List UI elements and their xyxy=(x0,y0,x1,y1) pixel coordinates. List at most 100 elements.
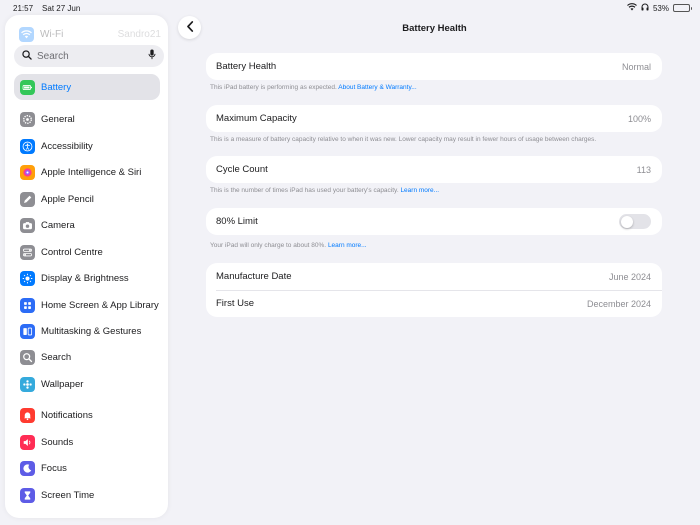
search-icon xyxy=(20,349,35,365)
battery-level-icon xyxy=(673,4,692,12)
sidebar-item-label: Multitasking & Gestures xyxy=(41,325,142,337)
battery-health-value: Normal xyxy=(621,61,651,72)
sidebar-item-camera[interactable]: Camera xyxy=(14,212,160,238)
first-use-value: December 2024 xyxy=(586,298,651,309)
sidebar-item-label: General xyxy=(41,113,75,125)
sidebar-item-label: Home Screen & App Library xyxy=(41,299,159,311)
maximum-capacity-group: Maximum Capacity 100% xyxy=(206,105,662,132)
battery-health-group: Battery Health Normal xyxy=(206,53,662,80)
battery-icon xyxy=(20,79,35,95)
row-label: Cycle Count xyxy=(216,164,268,175)
pencil-icon xyxy=(20,191,35,207)
row-label: First Use xyxy=(216,298,254,309)
search-field[interactable] xyxy=(14,45,164,67)
note-text: This is the number of times iPad has use… xyxy=(210,187,399,194)
row-label: 80% Limit xyxy=(216,216,258,227)
sidebar-item-label: Control Centre xyxy=(41,246,103,258)
charge-limit-learn-more-link[interactable]: Learn more... xyxy=(328,242,367,249)
sidebar-item-label: Apple Pencil xyxy=(41,193,94,205)
control-centre-icon xyxy=(20,244,35,260)
row-label: Maximum Capacity xyxy=(216,113,297,124)
sidebar-item-label: Camera xyxy=(41,219,75,231)
sidebar-item-sounds[interactable]: Sounds xyxy=(14,429,160,455)
accessibility-icon xyxy=(20,138,35,154)
headphones-icon xyxy=(641,3,649,13)
cycle-count-row: Cycle Count 113 xyxy=(206,156,662,183)
back-button[interactable] xyxy=(178,16,201,39)
sidebar-item-home-screen-app-library[interactable]: Home Screen & App Library xyxy=(14,292,160,318)
about-battery-warranty-link[interactable]: About Battery & Warranty... xyxy=(338,84,416,91)
sidebar-item-control-centre[interactable]: Control Centre xyxy=(14,239,160,265)
toggle-knob xyxy=(620,215,633,228)
moon-icon xyxy=(20,460,35,476)
camera-icon xyxy=(20,217,35,233)
bell-icon xyxy=(20,407,35,423)
charge-limit-note: Your iPad will only charge to about 80%.… xyxy=(210,242,660,249)
sun-icon xyxy=(20,270,35,286)
wifi-icon xyxy=(19,27,34,42)
multitasking-icon xyxy=(20,323,35,339)
sidebar-item-battery[interactable]: Battery xyxy=(14,74,160,100)
search-input[interactable] xyxy=(37,50,143,62)
battery-health-row: Battery Health Normal xyxy=(206,53,662,80)
manufacture-date-value: June 2024 xyxy=(608,271,651,282)
chevron-left-icon xyxy=(186,19,194,37)
cycle-count-value: 113 xyxy=(636,164,651,175)
sidebar: Wi-Fi Sandro21 Battery General Accessibili… xyxy=(5,15,168,518)
charge-limit-row: 80% Limit xyxy=(206,208,662,235)
home-screen-icon xyxy=(20,297,35,313)
status-bar: 21:57 Sat 27 Jun 53% xyxy=(0,0,700,16)
status-date: Sat 27 Jun xyxy=(42,4,81,13)
cycle-count-group: Cycle Count 113 xyxy=(206,156,662,183)
cycle-count-learn-more-link[interactable]: Learn more... xyxy=(400,187,439,194)
wifi-network-name: Sandro21 xyxy=(117,29,161,40)
sidebar-item-general[interactable]: General xyxy=(14,106,160,132)
cycle-count-note: This is the number of times iPad has use… xyxy=(210,187,660,194)
sidebar-item-apple-intelligence-siri[interactable]: Apple Intelligence & Siri xyxy=(14,159,160,185)
sidebar-item-label: Wallpaper xyxy=(41,378,84,390)
charge-limit-toggle[interactable] xyxy=(619,214,651,229)
status-time: 21:57 xyxy=(13,4,34,13)
sidebar-item-label: Search xyxy=(41,351,72,363)
sidebar-item-apple-pencil[interactable]: Apple Pencil xyxy=(14,186,160,212)
search-icon xyxy=(22,47,32,65)
note-text: Your iPad will only charge to about 80%. xyxy=(210,242,327,249)
sidebar-item-label: Focus xyxy=(41,462,67,474)
battery-percent: 53% xyxy=(652,3,669,13)
maximum-capacity-note: This is a measure of battery capacity re… xyxy=(210,136,597,143)
sidebar-item-multitasking-gestures[interactable]: Multitasking & Gestures xyxy=(14,318,160,344)
sidebar-item-label: Notifications xyxy=(41,409,93,421)
sidebar-item-label: Apple Intelligence & Siri xyxy=(41,166,142,178)
first-use-row: First Use December 2024 xyxy=(206,290,662,317)
microphone-icon[interactable] xyxy=(148,47,156,65)
charge-limit-group: 80% Limit xyxy=(206,208,662,235)
hourglass-icon xyxy=(20,487,35,503)
row-label: Manufacture Date xyxy=(216,271,292,282)
wifi-icon xyxy=(627,3,637,13)
sidebar-item-label: Wi-Fi xyxy=(40,29,64,40)
sidebar-item-search[interactable]: Search xyxy=(14,344,160,370)
wallpaper-icon xyxy=(20,376,35,392)
sidebar-item-label: Screen Time xyxy=(41,489,95,501)
note-text: This iPad battery is performing as expec… xyxy=(210,84,337,91)
maximum-capacity-value: 100% xyxy=(627,113,651,124)
sidebar-item-wallpaper[interactable]: Wallpaper xyxy=(14,371,160,397)
sidebar-item-label: Accessibility xyxy=(41,140,93,152)
gear-icon xyxy=(20,111,35,127)
sidebar-item-label: Battery xyxy=(41,81,72,93)
manufacture-date-row: Manufacture Date June 2024 xyxy=(206,263,662,290)
speaker-icon xyxy=(20,434,35,450)
sidebar-item-focus[interactable]: Focus xyxy=(14,455,160,481)
battery-health-note: This iPad battery is performing as expec… xyxy=(210,84,660,91)
sidebar-item-display-brightness[interactable]: Display & Brightness xyxy=(14,265,160,291)
sidebar-item-screen-time[interactable]: Screen Time xyxy=(14,482,160,508)
sidebar-item-wifi[interactable]: Wi-Fi Sandro21 xyxy=(19,27,161,42)
sidebar-item-notifications[interactable]: Notifications xyxy=(14,402,160,428)
maximum-capacity-row: Maximum Capacity 100% xyxy=(206,105,662,132)
page-title: Battery Health xyxy=(402,23,467,34)
sidebar-item-label: Display & Brightness xyxy=(41,272,129,284)
siri-icon xyxy=(20,164,35,180)
sidebar-item-label: Sounds xyxy=(41,436,74,448)
row-label: Battery Health xyxy=(216,61,277,72)
sidebar-item-accessibility[interactable]: Accessibility xyxy=(14,133,160,159)
